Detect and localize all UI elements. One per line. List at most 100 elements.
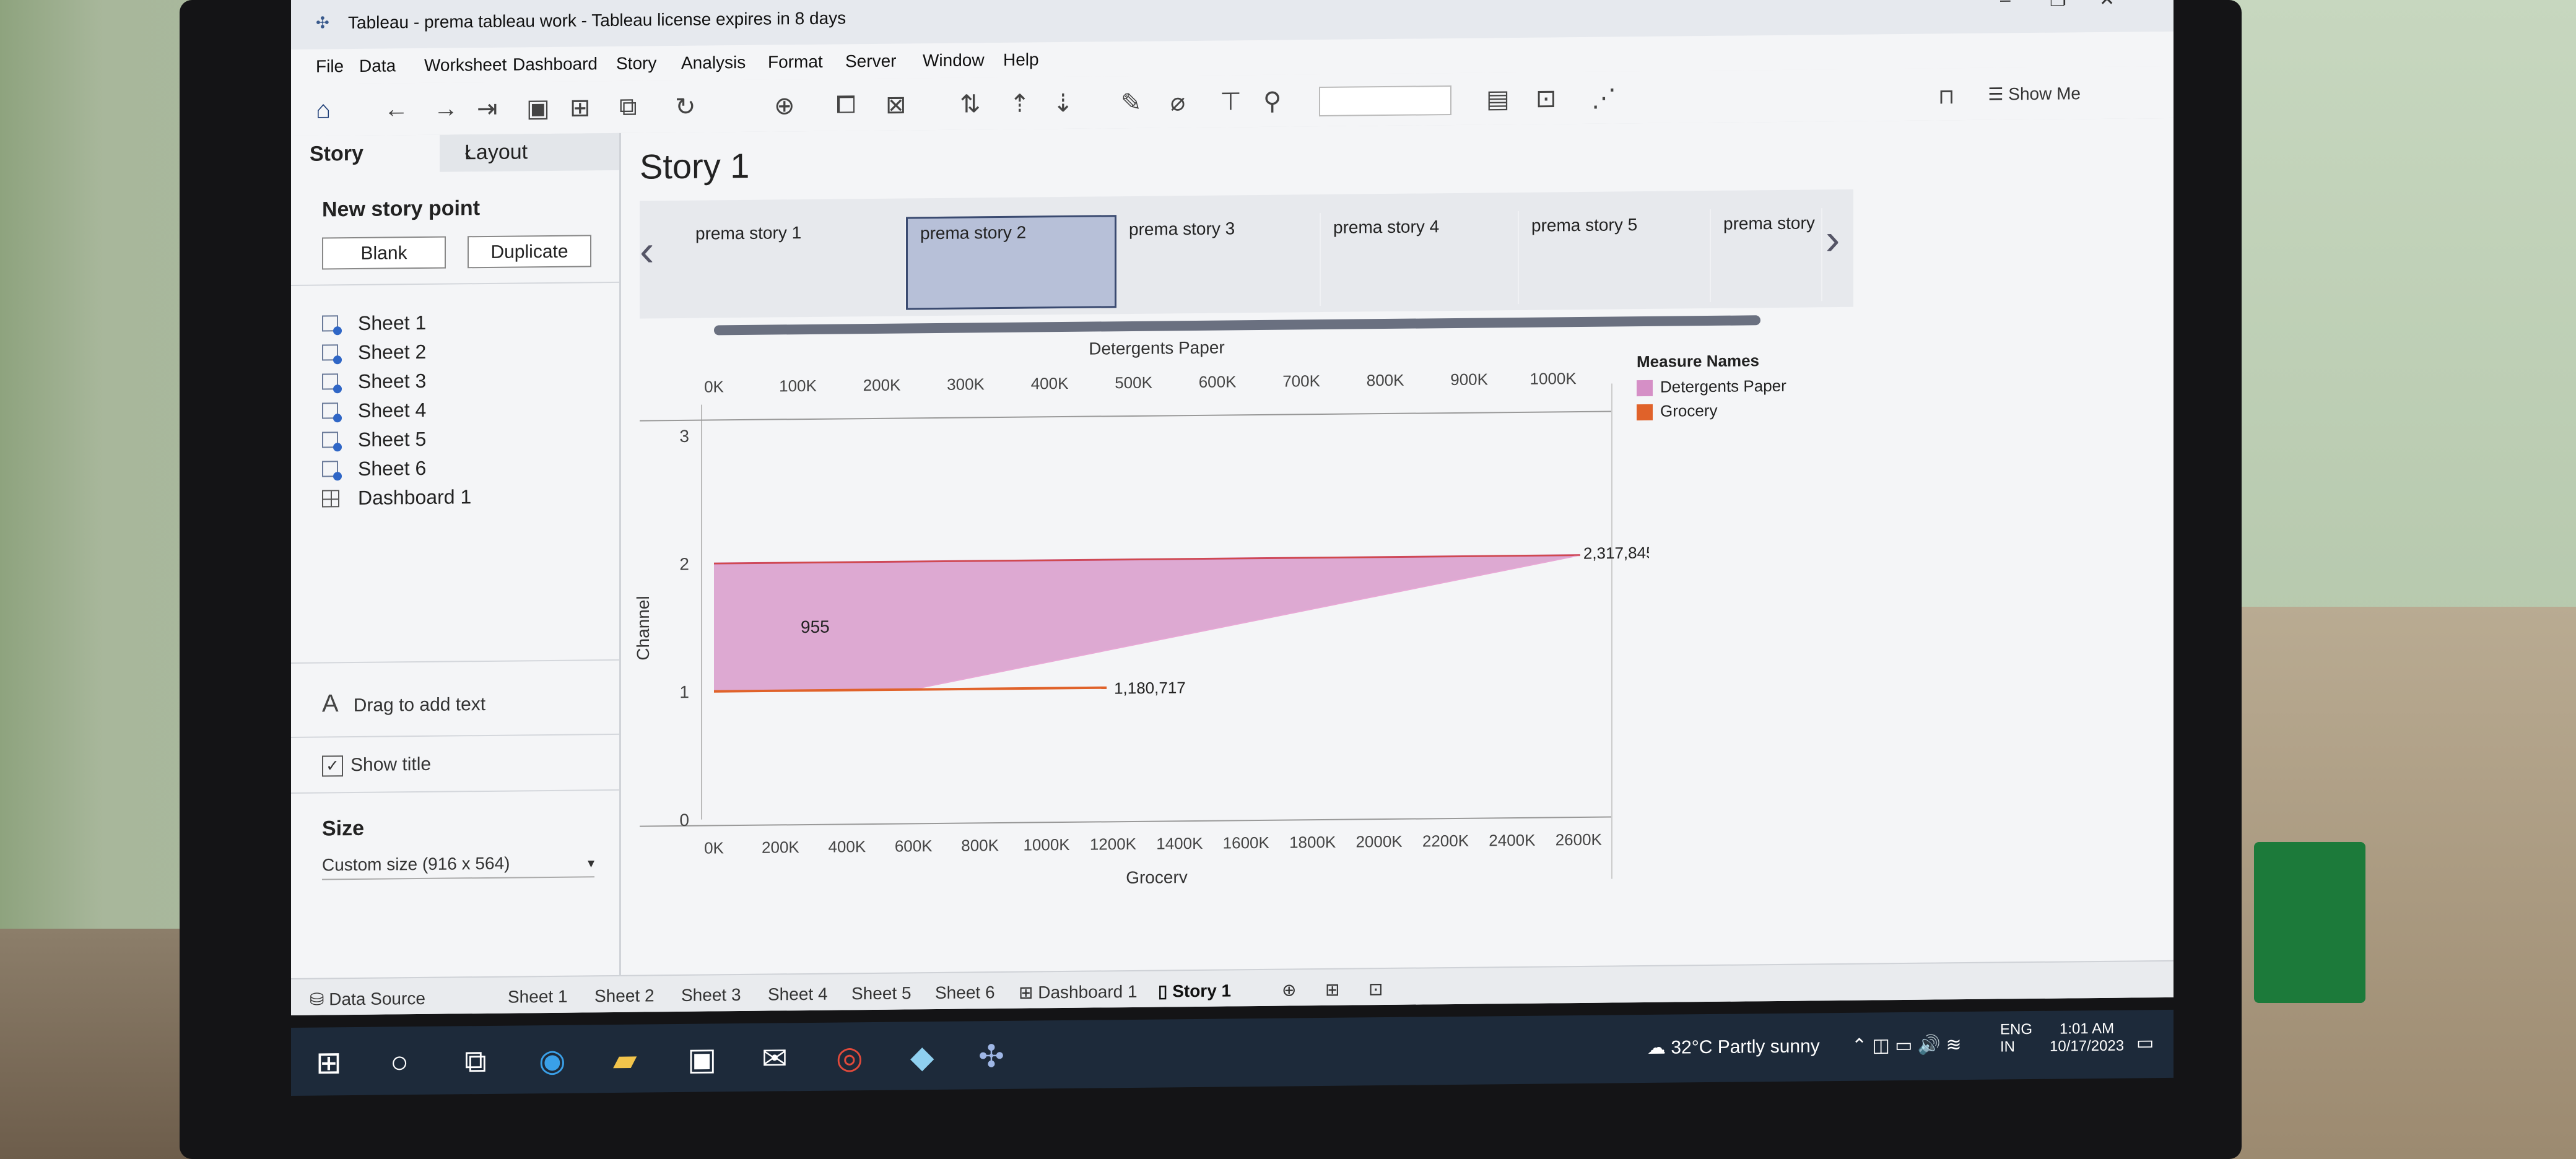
refresh-icon[interactable]: ↻ <box>675 93 696 121</box>
list-item[interactable]: Sheet 2 <box>322 337 471 367</box>
text-label-icon[interactable]: ⊤ <box>1220 87 1242 116</box>
tab-sheet-4[interactable]: Sheet 4 <box>768 984 828 1005</box>
story-point-5[interactable]: prema story 5 <box>1519 209 1711 304</box>
tab-sheet-6[interactable]: Sheet 6 <box>935 983 995 1003</box>
language-indicator[interactable]: ENG IN <box>2000 1021 2032 1056</box>
list-item[interactable]: Sheet 6 <box>322 453 471 484</box>
maximize-icon[interactable]: ❐ <box>2050 0 2066 11</box>
tab-story-1[interactable]: ▯ Story 1 <box>1158 980 1231 1001</box>
blank-button[interactable]: Blank <box>322 236 446 270</box>
chrome-icon[interactable]: ◎ <box>836 1040 863 1075</box>
menu-dashboard[interactable]: Dashboard <box>513 54 598 74</box>
dashboard-icon <box>322 490 339 508</box>
tab-sheet-5[interactable]: Sheet 5 <box>851 983 912 1004</box>
edge-icon[interactable]: ◉ <box>539 1043 566 1079</box>
mail-icon[interactable]: ✉ <box>762 1040 788 1076</box>
new-datasource-icon[interactable]: ⊞ <box>570 93 591 122</box>
replay-icon[interactable]: ⇥ <box>477 95 498 123</box>
menu-format[interactable]: Format <box>768 52 823 72</box>
menu-window[interactable]: Window <box>923 50 985 71</box>
close-icon[interactable]: ✕ <box>2099 0 2115 11</box>
duplicate-sheet-icon[interactable]: ⧠ <box>836 91 856 119</box>
list-item[interactable]: Sheet 4 <box>322 395 471 425</box>
undo-icon[interactable]: ← <box>384 95 409 123</box>
new-worksheet-tab-icon[interactable]: ⊕ <box>1282 979 1296 1000</box>
clear-sheet-icon[interactable]: ⊠ <box>886 90 907 119</box>
file-explorer-icon[interactable]: ▰ <box>613 1042 637 1078</box>
sort-descending-icon[interactable]: ⇣ <box>1053 89 1074 118</box>
attach-icon[interactable]: ⌀ <box>1170 88 1185 116</box>
notifications-icon[interactable]: ▭ <box>2136 1032 2154 1054</box>
story-point-2[interactable]: prema story 2 <box>906 215 1116 310</box>
tray-icons[interactable]: ⌃ ◫ ▭ 🔊 ≋ <box>1852 1034 1962 1057</box>
format-painter-icon[interactable]: ⊓ <box>1938 84 1955 109</box>
story-point-4[interactable]: prema story 4 <box>1321 211 1519 306</box>
story-point-6[interactable]: prema story <box>1711 208 1822 302</box>
worksheet-icon <box>322 315 342 336</box>
tab-story[interactable]: Story <box>310 135 440 180</box>
story-point-1[interactable]: prema story 1 <box>683 217 906 312</box>
task-view-icon[interactable]: ⧉ <box>464 1043 487 1080</box>
pin-icon[interactable]: ⚲ <box>1263 87 1281 116</box>
menu-analysis[interactable]: Analysis <box>681 53 746 73</box>
data-source-tab[interactable]: ⛁ Data Source <box>310 988 425 1010</box>
tab-sheet-1[interactable]: Sheet 1 <box>508 987 568 1007</box>
menu-file[interactable]: File <box>316 56 344 76</box>
share-icon[interactable]: ⋰ <box>1591 84 1616 112</box>
new-story-tab-icon[interactable]: ⊡ <box>1368 979 1383 999</box>
sheet-label: Sheet 1 <box>358 311 427 334</box>
tab-dashboard-1[interactable]: ⊞ Dashboard 1 <box>1019 981 1138 1003</box>
menu-data[interactable]: Data <box>359 56 396 76</box>
bottom-tick-label: 200K <box>762 838 799 857</box>
worksheet-icon <box>322 432 342 452</box>
redo-icon[interactable]: → <box>433 95 458 123</box>
collapse-icon[interactable]: ‹ <box>464 139 607 165</box>
tab-sheet-3[interactable]: Sheet 3 <box>681 985 741 1005</box>
list-item[interactable]: Dashboard 1 <box>322 482 471 513</box>
search-icon[interactable]: ○ <box>390 1044 409 1080</box>
divider <box>291 281 619 286</box>
show-title-checkbox[interactable]: ✓ Show title <box>322 754 431 777</box>
save-icon[interactable]: ▣ <box>526 94 550 123</box>
new-worksheet-icon[interactable]: ⊕ <box>774 92 795 120</box>
menu-story[interactable]: Story <box>616 53 656 74</box>
show-cards-icon[interactable]: ▤ <box>1486 85 1510 113</box>
new-dashboard-tab-icon[interactable]: ⊞ <box>1325 979 1339 1000</box>
swap-icon[interactable]: ⇅ <box>960 90 981 118</box>
bottom-tick-label: 2600K <box>1556 830 1603 849</box>
menu-server[interactable]: Server <box>845 51 896 72</box>
menu-help[interactable]: Help <box>1003 50 1039 70</box>
fit-dropdown[interactable] <box>1319 85 1451 117</box>
drag-text-object[interactable]: A Drag to add text <box>322 688 485 718</box>
legend-item-detergents[interactable]: Detergents Paper <box>1637 376 1786 397</box>
list-item[interactable]: Sheet 1 <box>322 308 471 338</box>
menu-worksheet[interactable]: Worksheet <box>424 55 507 76</box>
list-item[interactable]: Sheet 3 <box>322 366 471 396</box>
data-label: 955 <box>801 617 830 636</box>
minimize-icon[interactable]: – <box>2000 0 2011 11</box>
tab-sheet-2[interactable]: Sheet 2 <box>594 986 655 1006</box>
sort-ascending-icon[interactable]: ⇡ <box>1009 90 1030 118</box>
story-point-3[interactable]: prema story 3 <box>1116 213 1321 308</box>
show-me-button[interactable]: ☰ Show Me <box>1988 83 2081 104</box>
clock[interactable]: 1:01 AM 10/17/2023 <box>2050 1020 2124 1056</box>
pause-updates-icon[interactable]: ⧉ <box>619 93 637 121</box>
legend-item-grocery[interactable]: Grocery <box>1637 401 1786 421</box>
tableau-taskbar-icon[interactable]: ✣ <box>978 1038 1004 1074</box>
list-item[interactable]: Sheet 5 <box>322 424 471 454</box>
tab-layout[interactable]: Layout ‹ <box>440 132 619 172</box>
windows-start-icon[interactable]: ⊞ <box>316 1044 342 1080</box>
store-icon[interactable]: ▣ <box>687 1041 716 1077</box>
highlight-icon[interactable]: ✎ <box>1121 89 1142 117</box>
presentation-icon[interactable]: ⊡ <box>1536 84 1557 113</box>
home-icon[interactable]: ⌂ <box>316 96 331 124</box>
app-icon[interactable]: ◆ <box>910 1039 934 1075</box>
story-title: Story 1 <box>640 145 750 186</box>
weather-widget[interactable]: ☁ 32°C Partly sunny <box>1647 1035 1820 1059</box>
chevron-right-icon[interactable]: › <box>1825 214 1840 264</box>
size-dropdown[interactable]: Custom size (916 x 564) ▾ <box>322 853 594 880</box>
story-navigator: ‹ prema story 1 prema story 2 prema stor… <box>640 189 1853 336</box>
chevron-left-icon[interactable]: ‹ <box>640 225 654 275</box>
duplicate-button[interactable]: Duplicate <box>468 235 591 269</box>
y-axis-title: Channel <box>633 596 653 661</box>
